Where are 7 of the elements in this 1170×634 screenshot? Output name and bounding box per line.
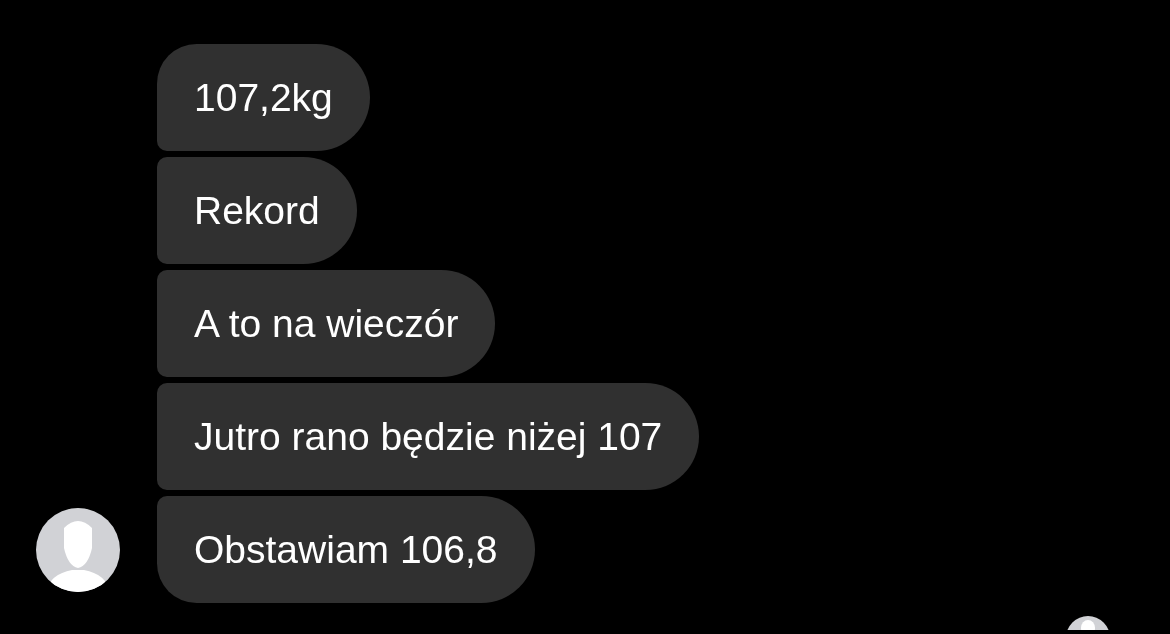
avatar-icon	[1066, 616, 1110, 630]
message-bubble: Obstawiam 106,8	[157, 496, 535, 603]
message-bubble: Rekord	[157, 157, 357, 264]
message-bubble: A to na wieczór	[157, 270, 496, 377]
avatar-icon	[35, 507, 120, 592]
message-bubble: 107,2kg	[157, 44, 370, 151]
message-bubble: Jutro rano będzie niżej 107	[157, 383, 700, 490]
